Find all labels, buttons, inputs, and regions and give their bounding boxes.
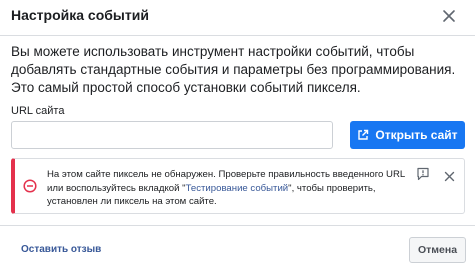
- dialog-description: Вы можете использовать инструмент настро…: [11, 44, 456, 95]
- close-icon[interactable]: [442, 9, 456, 23]
- url-input[interactable]: [11, 121, 333, 149]
- alert-close-icon[interactable]: [444, 169, 455, 187]
- open-site-label: Открыть сайт: [375, 128, 458, 142]
- pixel-not-found-alert: На этом сайте пиксель не обнаружен. Пров…: [11, 158, 465, 214]
- external-link-icon: [357, 129, 369, 141]
- dialog-header: Настройка событий: [0, 0, 475, 36]
- url-label: URL сайта: [11, 105, 65, 117]
- event-setup-dialog: Настройка событий Вы можете использовать…: [0, 0, 475, 272]
- dialog-footer: Оставить отзыв Отмена: [0, 225, 475, 273]
- alert-message: На этом сайте пиксель не обнаружен. Пров…: [47, 168, 407, 209]
- report-icon[interactable]: [416, 167, 430, 186]
- cancel-button[interactable]: Отмена: [409, 237, 466, 263]
- dialog-title: Настройка событий: [11, 7, 149, 23]
- open-site-button[interactable]: Открыть сайт: [350, 121, 465, 149]
- event-testing-link[interactable]: Тестирование событий: [186, 183, 289, 194]
- leave-feedback-link[interactable]: Оставить отзыв: [21, 244, 101, 255]
- error-circle-icon: [23, 179, 37, 198]
